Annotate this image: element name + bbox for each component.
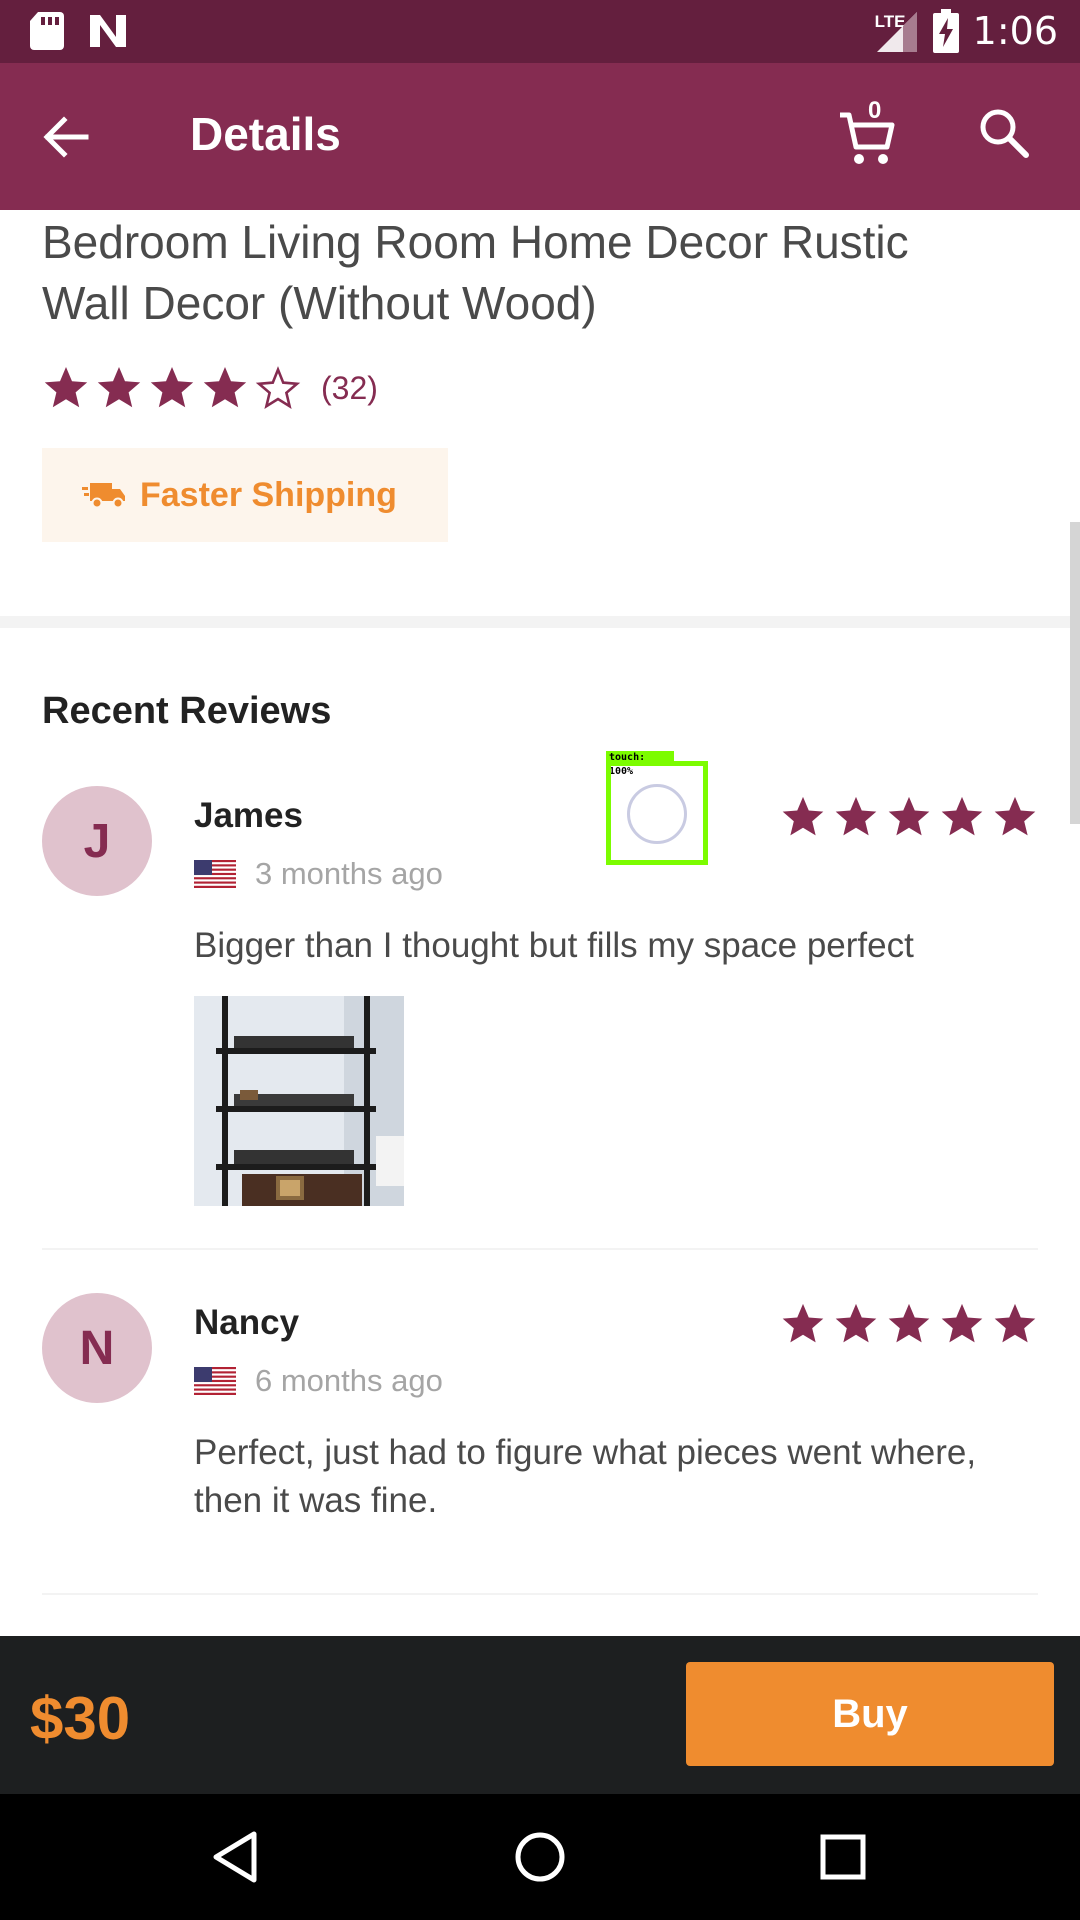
star-filled-icon [44, 367, 88, 408]
nav-home-button[interactable] [507, 1824, 573, 1890]
star-filled-icon [888, 796, 930, 836]
status-bar-right: LTE 1:06 [875, 8, 1058, 54]
star-filled-icon [835, 1303, 877, 1343]
review-time: 6 months ago [255, 1363, 443, 1398]
us-flag-icon [194, 860, 236, 888]
review-separator [42, 1248, 1038, 1250]
review-text: Bigger than I thought but fills my space… [194, 926, 914, 965]
nav-recents-icon [820, 1834, 866, 1880]
product-title: Bedroom Living Room Home Decor Rustic Wa… [42, 216, 909, 329]
review-count: (32) [321, 369, 378, 406]
search-icon [980, 109, 1029, 158]
cart-button[interactable]: 0 [838, 97, 908, 169]
purchase-bar: $30 Buy [0, 1636, 1080, 1794]
reviewer-name: Nancy [194, 1303, 300, 1342]
status-bar-left [30, 12, 128, 50]
product-rating[interactable]: (32) [42, 364, 378, 412]
nav-back-icon [213, 1831, 257, 1883]
shipping-badge: Faster Shipping [42, 448, 448, 542]
page-title: Details [190, 108, 341, 160]
shelf-photo [194, 996, 404, 1206]
delivery-truck-icon [82, 483, 125, 509]
review-separator [42, 1593, 1038, 1595]
cart-icon [840, 112, 895, 164]
review-stars [773, 1301, 1038, 1347]
shipping-badge-label: Faster Shipping [140, 475, 397, 514]
signal-indicator: LTE [875, 8, 919, 54]
section-divider [0, 616, 1080, 628]
back-arrow-icon [43, 116, 89, 158]
star-filled-icon [941, 1303, 983, 1343]
nav-recents-button[interactable] [810, 1824, 876, 1890]
clock: 1:06 [972, 9, 1058, 53]
nav-home-icon [515, 1832, 565, 1882]
us-flag-icon [194, 1367, 236, 1395]
star-filled-icon [97, 367, 141, 408]
star-filled-icon [994, 796, 1036, 836]
star-filled-icon [203, 367, 247, 408]
app-bar: Details 0 [0, 63, 1080, 210]
star-filled-icon [782, 796, 824, 836]
star-filled-icon [782, 1303, 824, 1343]
star-empty-icon [255, 366, 301, 409]
sd-card-icon [30, 12, 64, 50]
touch-point [627, 784, 687, 844]
star-filled-icon [941, 796, 983, 836]
price: $30 [30, 1685, 131, 1752]
scrollbar[interactable] [1070, 522, 1080, 824]
review-text: Perfect, just had to figure what pieces … [194, 1433, 977, 1520]
review-stars [773, 794, 1038, 840]
nav-back-button[interactable] [204, 1824, 270, 1890]
battery-charging-icon [932, 9, 959, 53]
reviewer-name: James [194, 796, 303, 835]
n-notification-icon [90, 15, 126, 47]
review-time: 3 months ago [255, 856, 443, 891]
star-filled-icon [150, 367, 194, 408]
reviews-heading: Recent Reviews [42, 690, 332, 732]
buy-button[interactable]: Buy [686, 1662, 1054, 1766]
avatar: N [42, 1293, 152, 1403]
star-filled-icon [888, 1303, 930, 1343]
avatar: J [42, 786, 152, 896]
signal-icon [876, 12, 917, 52]
status-bar: LTE 1:06 [0, 0, 1080, 63]
star-filled-icon [835, 796, 877, 836]
review-photo[interactable] [194, 996, 404, 1206]
system-nav-bar [0, 1794, 1080, 1920]
back-button[interactable] [40, 109, 104, 165]
search-button[interactable] [976, 105, 1036, 165]
star-filled-icon [994, 1303, 1036, 1343]
